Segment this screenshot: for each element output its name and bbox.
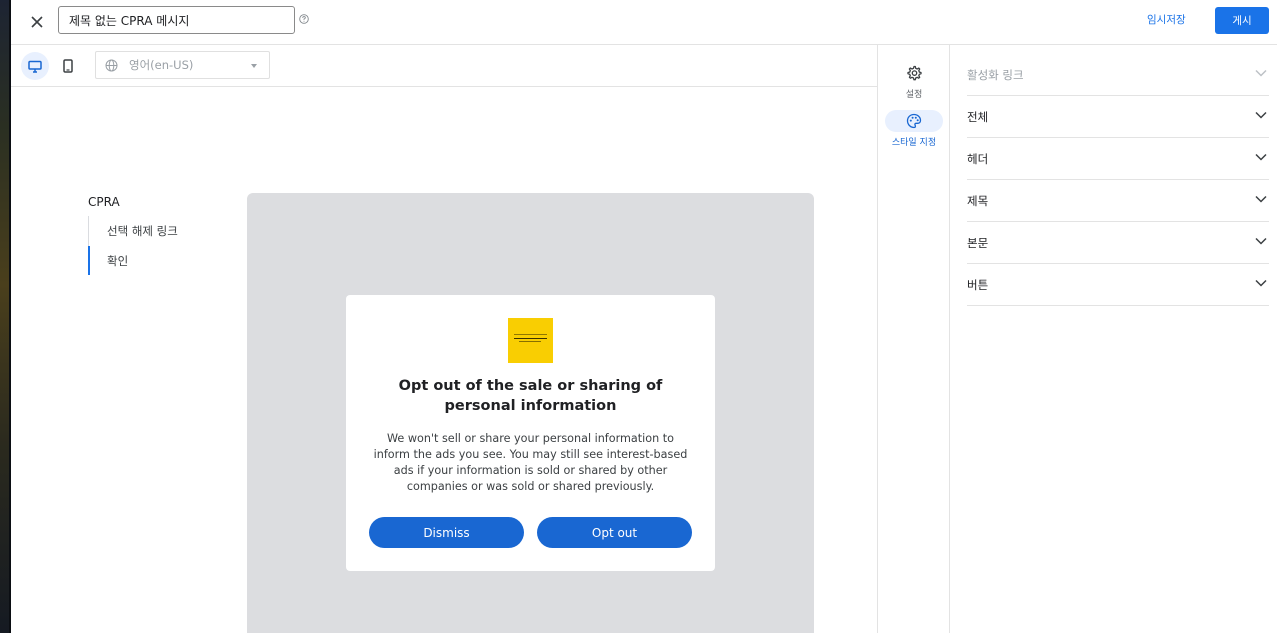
publish-button[interactable]: 게시 — [1215, 7, 1269, 34]
accordion-title[interactable]: 제목 — [967, 180, 1269, 222]
globe-icon — [105, 59, 118, 71]
language-select[interactable]: 영어(en-US) — [95, 51, 270, 79]
accordion-label: 헤더 — [967, 151, 989, 166]
nav-title: CPRA — [88, 195, 120, 209]
rail-divider — [877, 45, 878, 633]
top-bar: 임시저장 게시 — [11, 0, 1277, 45]
palette-icon — [906, 113, 922, 129]
chevron-down-icon — [1255, 69, 1267, 77]
desktop-view-button[interactable] — [21, 52, 49, 80]
accordion-label: 버튼 — [967, 277, 989, 292]
message-title-input[interactable] — [58, 6, 295, 34]
desktop-icon — [28, 60, 42, 73]
dialog-body: We won't sell or share your personal inf… — [373, 432, 688, 493]
accordion-active-link[interactable]: 활성화 링크 — [967, 54, 1269, 96]
opt-out-button[interactable]: Opt out — [537, 517, 692, 548]
save-draft-button[interactable]: 임시저장 — [1147, 12, 1186, 27]
dropdown-arrow-icon — [251, 64, 257, 68]
nav-item-confirmation[interactable]: 확인 — [88, 246, 218, 275]
accordion-label: 제목 — [967, 193, 989, 208]
message-editor: 임시저장 게시 영어(en-US) CPRA 선 — [11, 0, 1277, 633]
mobile-icon — [63, 59, 73, 73]
chevron-down-icon — [1255, 195, 1267, 203]
language-label: 영어(en-US) — [129, 58, 194, 72]
accordion-global[interactable]: 전체 — [967, 96, 1269, 138]
dismiss-button[interactable]: Dismiss — [369, 517, 524, 548]
chevron-down-icon — [1255, 153, 1267, 161]
gear-icon — [907, 65, 922, 81]
panel-divider — [949, 45, 950, 633]
consent-dialog: Opt out of the sale or sharing of person… — [346, 295, 715, 571]
rail-item-label: 스타일 지정 — [891, 138, 937, 148]
message-preview: Opt out of the sale or sharing of person… — [247, 193, 814, 633]
accordion-buttons[interactable]: 버튼 — [967, 264, 1269, 306]
rail-item-styling[interactable]: 스타일 지정 — [884, 110, 944, 148]
close-button[interactable] — [23, 8, 51, 36]
rail-item-label: 설정 — [905, 90, 923, 100]
rail-item-settings[interactable]: 설정 — [884, 62, 944, 100]
desktop-background-strip — [0, 0, 11, 633]
site-logo — [508, 318, 553, 363]
chevron-down-icon — [1255, 111, 1267, 119]
chevron-down-icon — [1255, 279, 1267, 287]
accordion-label: 본문 — [967, 235, 989, 250]
accordion-body[interactable]: 본문 — [967, 222, 1269, 264]
accordion-label: 전체 — [967, 109, 989, 124]
preview-toolbar: 영어(en-US) — [11, 45, 877, 87]
accordion-header[interactable]: 헤더 — [967, 138, 1269, 180]
dialog-title: Opt out of the sale or sharing of person… — [398, 378, 663, 414]
chevron-down-icon — [1255, 237, 1267, 245]
mobile-view-button[interactable] — [54, 52, 82, 80]
close-icon — [31, 16, 43, 28]
accordion-label: 활성화 링크 — [967, 67, 1024, 82]
help-icon[interactable] — [299, 14, 309, 24]
nav-item-opt-out-link[interactable]: 선택 해제 링크 — [88, 216, 218, 245]
